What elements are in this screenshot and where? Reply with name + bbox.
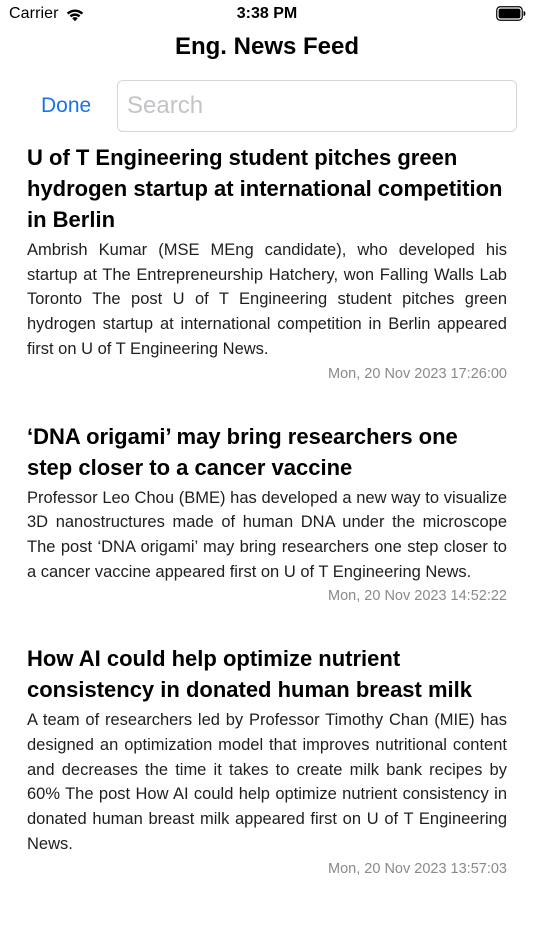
status-time: 3:38 PM (236, 5, 298, 22)
article-date: Mon, 20 Nov 2023 13:57:03 (328, 860, 507, 877)
article-title: ‘DNA origami’ may bring researchers one … (27, 423, 458, 480)
status-bar: Carrier 3:38 PM (0, 0, 534, 28)
search-input[interactable] (117, 80, 517, 132)
news-feed-list[interactable]: U of T Engineering student pitches green… (27, 142, 507, 879)
article-summary: Professor Leo Chou (BME) has developed a… (27, 488, 507, 581)
list-item[interactable]: How AI could help optimize nutrient cons… (27, 643, 507, 878)
article-summary: A team of researchers led by Professor T… (27, 711, 507, 853)
page-title: Eng. News Feed (174, 33, 360, 60)
battery-icon (496, 6, 526, 21)
list-item[interactable]: U of T Engineering student pitches green… (27, 142, 507, 384)
article-summary: Ambrish Kumar (MSE MEng candidate), who … (27, 241, 507, 358)
done-button[interactable]: Done (41, 94, 91, 118)
article-title: U of T Engineering student pitches green… (27, 145, 503, 232)
article-date: Mon, 20 Nov 2023 14:52:22 (328, 588, 507, 605)
list-item[interactable]: ‘DNA origami’ may bring researchers one … (27, 421, 507, 607)
screen: Carrier 3:38 PM Eng. News Feed Done U of… (0, 0, 534, 950)
article-title: How AI could help optimize nutrient cons… (27, 646, 472, 703)
article-date: Mon, 20 Nov 2023 17:26:00 (328, 365, 507, 382)
